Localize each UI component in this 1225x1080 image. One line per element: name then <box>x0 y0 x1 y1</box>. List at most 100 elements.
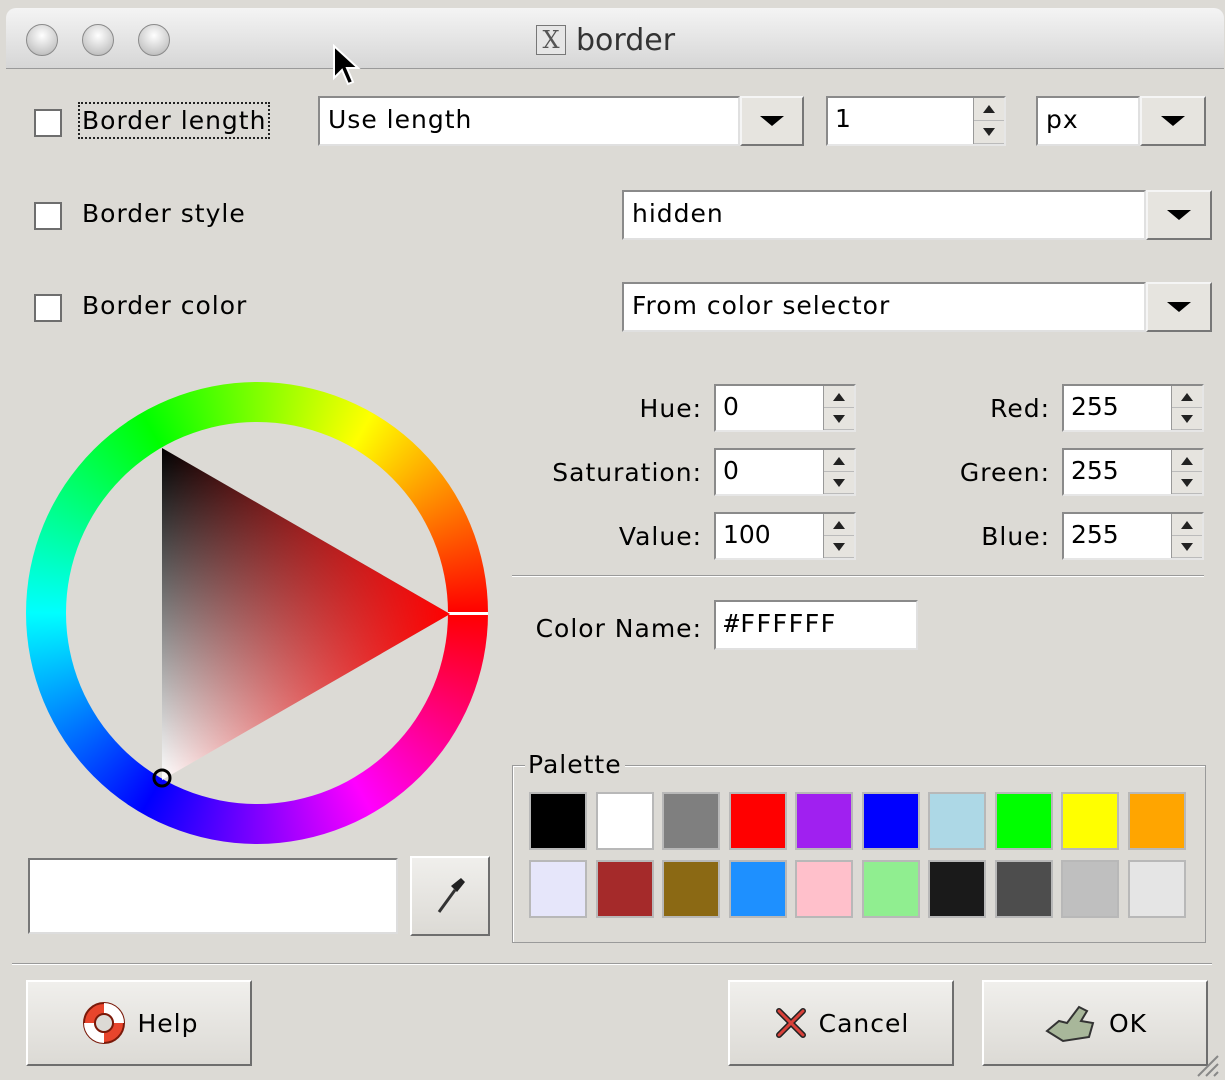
red-spinner[interactable]: 255 <box>1062 384 1204 432</box>
palette-swatch[interactable] <box>1061 792 1119 850</box>
color-name-label: Color Name: <box>535 614 702 643</box>
palette-swatch[interactable] <box>529 860 587 918</box>
hue-spinner[interactable]: 0 <box>714 384 856 432</box>
saturation-label: Saturation: <box>552 458 702 487</box>
eyedropper-icon <box>437 878 465 913</box>
palette-swatch[interactable] <box>728 860 787 918</box>
border-length-label[interactable]: Border length <box>77 102 271 139</box>
palette-swatch[interactable] <box>595 860 654 918</box>
decrement-button[interactable] <box>824 536 854 558</box>
increment-button[interactable] <box>1172 514 1202 536</box>
cancel-icon <box>775 1008 806 1038</box>
arrow-down-icon <box>833 414 845 423</box>
dialog-window: X border Border length Use length 1 px B… <box>6 8 1224 1080</box>
green-spinner[interactable]: 255 <box>1062 448 1204 496</box>
arrow-down-icon <box>1181 542 1193 551</box>
length-mode-combo[interactable]: Use length <box>318 96 740 146</box>
length-amount-spinner[interactable]: 1 <box>826 96 1006 146</box>
saturation-value[interactable]: 0 <box>716 450 823 494</box>
ok-button[interactable]: OK <box>982 980 1208 1066</box>
resize-grip-icon[interactable] <box>1190 1048 1220 1078</box>
increment-button[interactable] <box>824 450 854 472</box>
increment-button[interactable] <box>974 98 1004 121</box>
length-amount-value[interactable]: 1 <box>828 98 973 144</box>
palette-swatch[interactable] <box>861 792 920 850</box>
border-color-combo[interactable]: From color selector <box>622 282 1146 332</box>
palette-swatch[interactable] <box>662 860 720 918</box>
decrement-button[interactable] <box>824 472 854 494</box>
value-spinner[interactable]: 100 <box>714 512 856 560</box>
value-label: Value: <box>618 522 702 551</box>
palette-swatch[interactable] <box>928 792 986 850</box>
value-value[interactable]: 100 <box>716 514 823 558</box>
saturation-spinner[interactable]: 0 <box>714 448 856 496</box>
increment-button[interactable] <box>824 514 854 536</box>
blue-value[interactable]: 255 <box>1064 514 1171 558</box>
title-group: X border <box>536 22 675 58</box>
mouse-cursor-icon <box>333 44 361 86</box>
help-button[interactable]: Help <box>26 980 252 1066</box>
palette-swatch[interactable] <box>728 792 787 850</box>
x11-app-icon: X <box>536 25 566 55</box>
palette-swatch[interactable] <box>795 792 853 850</box>
border-style-checkbox[interactable] <box>34 202 62 230</box>
palette-swatch[interactable] <box>595 792 654 850</box>
spinner-buttons <box>1171 386 1202 430</box>
decrement-button[interactable] <box>1172 536 1202 558</box>
palette-swatch[interactable] <box>994 860 1053 918</box>
border-color-checkbox[interactable] <box>34 294 62 322</box>
decrement-button[interactable] <box>974 121 1004 144</box>
arrow-down-icon <box>983 128 995 136</box>
red-value[interactable]: 255 <box>1064 386 1171 430</box>
length-mode-dropdown-button[interactable] <box>740 96 804 146</box>
palette-swatch[interactable] <box>928 860 986 918</box>
palette-swatch[interactable] <box>795 860 853 918</box>
palette-swatch[interactable] <box>861 860 920 918</box>
decrement-button[interactable] <box>1172 408 1202 430</box>
border-style-dropdown-button[interactable] <box>1146 190 1212 240</box>
unit-dropdown-button[interactable] <box>1140 96 1206 146</box>
arrow-up-icon <box>1181 392 1193 401</box>
decrement-button[interactable] <box>1172 472 1202 494</box>
color-preview <box>28 858 398 934</box>
title-bar: X border <box>6 8 1224 86</box>
border-length-checkbox[interactable] <box>34 109 62 137</box>
blue-spinner[interactable]: 255 <box>1062 512 1204 560</box>
divider <box>12 963 1212 965</box>
palette-swatch[interactable] <box>1127 860 1186 918</box>
green-value[interactable]: 255 <box>1064 450 1171 494</box>
chevron-down-icon <box>1167 302 1191 312</box>
eyedropper-button[interactable] <box>410 856 490 936</box>
palette-swatch[interactable] <box>1061 860 1119 918</box>
help-button-label: Help <box>137 1008 199 1038</box>
border-color-dropdown-button[interactable] <box>1146 282 1212 332</box>
hue-marker[interactable] <box>448 612 488 615</box>
ok-hand-icon <box>1045 1005 1095 1043</box>
arrow-up-icon <box>983 105 995 113</box>
minimize-window-button[interactable] <box>82 24 114 56</box>
color-name-input[interactable]: #FFFFFF <box>714 600 918 650</box>
ok-button-label: OK <box>1108 1008 1148 1038</box>
spinner-buttons <box>1171 514 1202 558</box>
increment-button[interactable] <box>824 386 854 408</box>
decrement-button[interactable] <box>824 408 854 430</box>
arrow-up-icon <box>833 392 845 401</box>
zoom-window-button[interactable] <box>138 24 170 56</box>
border-style-combo[interactable]: hidden <box>622 190 1146 240</box>
palette-swatch[interactable] <box>529 792 587 850</box>
unit-combo[interactable]: px <box>1036 96 1140 146</box>
sv-triangle[interactable] <box>6 8 450 788</box>
increment-button[interactable] <box>1172 386 1202 408</box>
arrow-down-icon <box>1181 478 1193 487</box>
hue-value[interactable]: 0 <box>716 386 823 430</box>
border-color-label: Border color <box>82 291 248 320</box>
palette-swatch[interactable] <box>1127 792 1186 850</box>
spinner-buttons <box>823 386 854 430</box>
increment-button[interactable] <box>1172 450 1202 472</box>
cancel-button[interactable]: Cancel <box>728 980 954 1066</box>
close-window-button[interactable] <box>26 24 58 56</box>
arrow-down-icon <box>833 542 845 551</box>
arrow-down-icon <box>1181 414 1193 423</box>
palette-swatch[interactable] <box>994 792 1053 850</box>
palette-swatch[interactable] <box>662 792 720 850</box>
